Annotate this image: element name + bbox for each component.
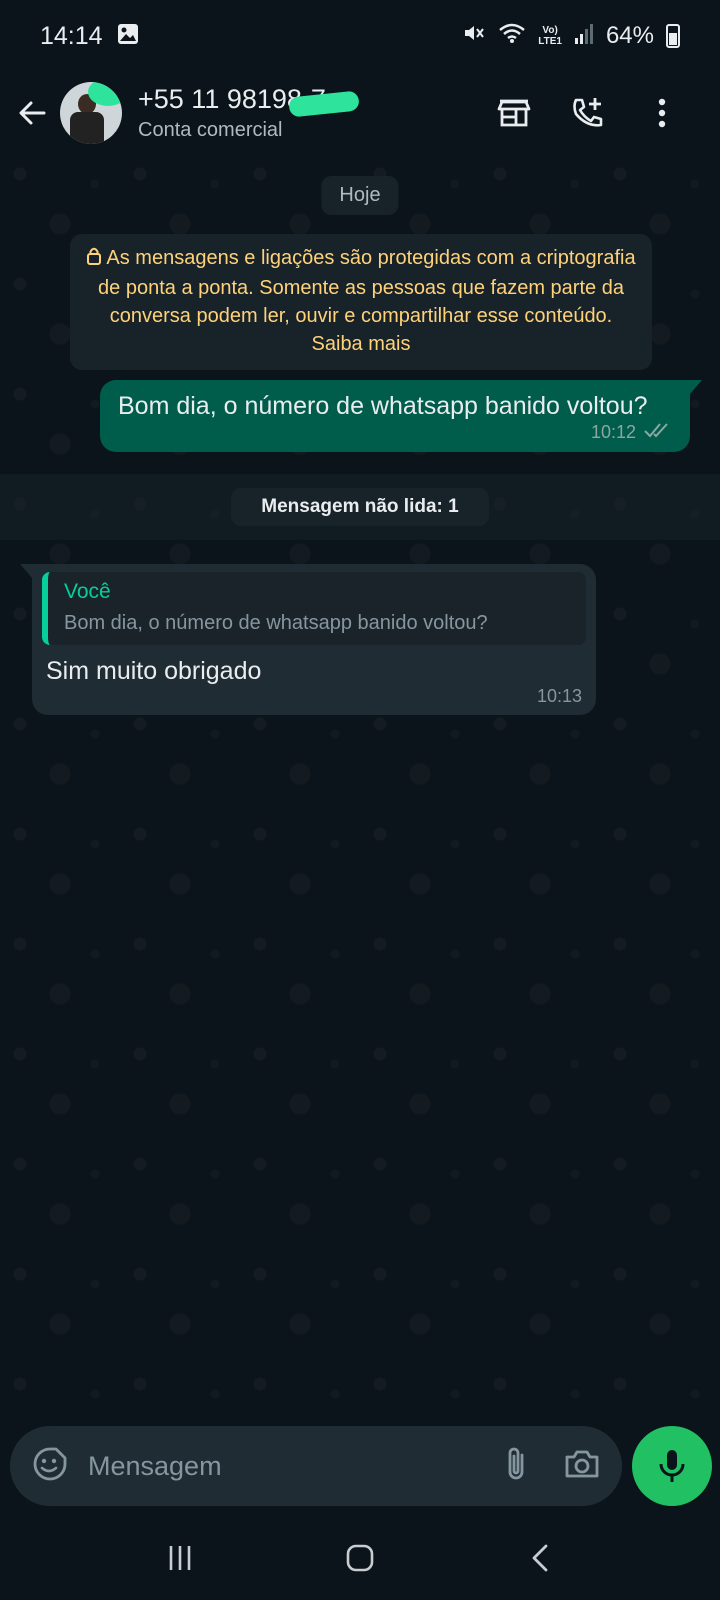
camera-icon (565, 1450, 599, 1477)
message-input[interactable] (88, 1450, 504, 1482)
battery-icon (666, 24, 680, 48)
chat-area[interactable]: Hoje As mensagens e ligações são protegi… (0, 154, 720, 1416)
message-text: Bom dia, o número de whatsapp banido vol… (118, 392, 648, 420)
add-call-icon (573, 98, 603, 127)
message-time: 10:13 (536, 686, 582, 706)
attach-icon (508, 1447, 524, 1479)
date-chip: Hoje (321, 176, 399, 215)
contact-subtitle: Conta comercial (138, 119, 283, 141)
battery-percent: 64% (605, 22, 654, 49)
volte-indicator: Vo) LTE1 (538, 25, 562, 47)
composer-field[interactable] (10, 1426, 622, 1506)
recents-icon (169, 1546, 191, 1570)
back-arrow-icon (19, 101, 46, 125)
add-call-button[interactable] (568, 93, 608, 133)
message-text: Sim muito obrigado (46, 657, 262, 685)
encryption-notice-text: As mensagens e ligações são protegidas c… (98, 247, 636, 355)
contact-info[interactable]: +55 11 98198-7… Conta comercial (138, 84, 494, 142)
voice-message-button[interactable] (632, 1426, 712, 1506)
emoji-icon (33, 1447, 67, 1480)
chat-header: +55 11 98198-7… Conta comercial (0, 72, 720, 154)
mic-icon (659, 1450, 685, 1482)
more-vert-icon (658, 98, 666, 128)
unread-banner: Mensagem não lida: 1 (0, 474, 720, 540)
camera-button[interactable] (564, 1448, 600, 1485)
double-check-icon (644, 421, 672, 444)
incoming-message[interactable]: Você Bom dia, o número de whatsapp banid… (20, 564, 596, 715)
back-nav-icon (532, 1544, 548, 1572)
outgoing-message[interactable]: Bom dia, o número de whatsapp banido vol… (100, 380, 702, 452)
quoted-message[interactable]: Você Bom dia, o número de whatsapp banid… (42, 572, 586, 645)
system-nav-bar (0, 1516, 720, 1600)
gallery-notification-icon (117, 23, 139, 50)
mute-icon (462, 21, 486, 52)
unread-count-label: Mensagem não lida: 1 (231, 488, 489, 526)
avatar[interactable] (60, 82, 122, 144)
back-nav-button[interactable] (510, 1533, 570, 1583)
encryption-notice[interactable]: As mensagens e ligações são protegidas c… (70, 234, 652, 370)
shop-icon (497, 99, 531, 127)
emoji-button[interactable] (32, 1446, 68, 1487)
attach-button[interactable] (504, 1445, 528, 1488)
wifi-icon (498, 22, 526, 51)
back-button[interactable] (6, 83, 58, 143)
quote-author: Você (64, 580, 111, 603)
home-icon (346, 1544, 374, 1572)
composer-bar (0, 1416, 720, 1516)
lock-icon (86, 246, 102, 274)
recents-button[interactable] (150, 1533, 210, 1583)
home-button[interactable] (330, 1533, 390, 1583)
status-time: 14:14 (40, 21, 103, 50)
shop-button[interactable] (494, 93, 534, 133)
status-bar: 14:14 Vo) LTE1 64% (0, 0, 720, 72)
more-options-button[interactable] (642, 93, 682, 133)
message-time: 10:12 (590, 422, 636, 442)
quote-text: Bom dia, o número de whatsapp banido vol… (64, 612, 488, 634)
signal-icon (574, 22, 594, 51)
